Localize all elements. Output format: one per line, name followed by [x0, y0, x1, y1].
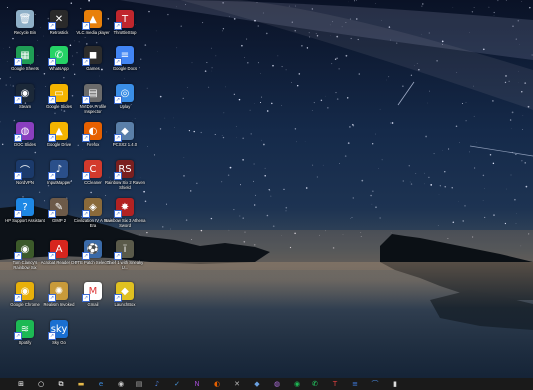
shortcut-arrow-icon: ↗	[48, 294, 56, 302]
desktop-icon-launchbox[interactable]: ◆ ↗ LaunchBox	[108, 282, 142, 322]
desktop-icon-label: ThrottleStop	[113, 30, 137, 35]
firefox-taskbar-icon[interactable]: ◐	[212, 379, 222, 389]
desktop-icon-inputmapper[interactable]: ♪ ↗ InputMapper	[42, 160, 76, 200]
desktop-icon-label: Rainbow Six 2 Raven Shield	[104, 180, 146, 190]
desktop-icon-label: Sky Go	[52, 340, 66, 345]
shortcut-arrow-icon: ↗	[82, 172, 90, 180]
shortcut-arrow-icon: ↗	[48, 210, 56, 218]
shortcut-arrow-icon: ↗	[14, 134, 22, 142]
shortcut-arrow-icon: ↗	[114, 96, 122, 104]
shortcut-arrow-icon: ↗	[82, 134, 90, 142]
desktop-icon-hp-support-assistant[interactable]: ? ↗ HP Support Assistant	[5, 198, 45, 238]
shortcut-arrow-icon: ↗	[114, 210, 122, 218]
shortcut-arrow-icon: ↗	[82, 252, 90, 260]
shortcut-arrow-icon: ↗	[14, 252, 22, 260]
doc-slides-taskbar-icon[interactable]: ◍	[272, 379, 282, 389]
file-explorer-icon[interactable]: ▬	[76, 379, 86, 389]
shortcut-arrow-icon: ↗	[48, 172, 56, 180]
desktop-icon-raven-shield[interactable]: RS ↗ Rainbow Six 2 Raven Shield	[105, 160, 145, 200]
desktop-icon-label: Thief 1 with Sneaky U...	[106, 260, 144, 270]
desktop-icon-whatsapp[interactable]: ✆ ↗ WhatsApp	[42, 46, 76, 86]
shortcut-arrow-icon: ↗	[114, 58, 122, 66]
desktop-icon-thief[interactable]: ї ↗ Thief 1 with Sneaky U...	[107, 240, 143, 280]
desktop-icon-athena-sword[interactable]: ✸ ↗ Rainbow Six 3 Athena Sword	[105, 198, 145, 238]
shortcut-arrow-icon: ↗	[114, 22, 122, 30]
notepad-taskbar-icon[interactable]: ▮	[390, 379, 400, 389]
onenote-icon[interactable]: N	[192, 379, 202, 389]
taskbar: ⊞ ○ ⧉ ▬ e ◉ ▤ ♪ ✓ N ◐ ✕ ◆ ◍ ◉ ✆ T ≡ ⌒ ▮	[0, 378, 533, 390]
pcsx2-taskbar-icon[interactable]: ◆	[252, 379, 262, 389]
nvidia-taskbar-icon[interactable]: ▤	[134, 379, 144, 389]
desktop-icon-sky-go[interactable]: sky ↗ Sky Go	[42, 320, 76, 360]
shortcut-arrow-icon: ↗	[14, 58, 22, 66]
desktop-icon-steam[interactable]: ◉ ↗ Steam	[8, 84, 42, 124]
shortcut-arrow-icon: ↗	[48, 96, 56, 104]
recycle-bin-icon: 🗑	[16, 10, 34, 28]
desktop-icon-google-slides[interactable]: ▭ ↗ Google Slides	[42, 84, 76, 124]
retrostick-taskbar-icon[interactable]: ✕	[232, 379, 242, 389]
shortcut-arrow-icon: ↗	[14, 172, 22, 180]
desktop-icon-acrobat-reader[interactable]: A ↗ Acrobat Reader DC	[41, 240, 77, 280]
desktop-icon-rainbow-six[interactable]: ◉ ↗ Tom Clancy's Rainbow Six	[8, 240, 42, 280]
desktop-icon-gimp[interactable]: ✎ ↗ GIMP 2	[42, 198, 76, 238]
steam-taskbar-icon[interactable]: ◉	[116, 379, 126, 389]
desktop-icon-google-drive[interactable]: ▲ ↗ Google Drive	[42, 122, 76, 162]
shortcut-arrow-icon: ↗	[82, 22, 90, 30]
desktop-icon-nordvpn[interactable]: ⌒ ↗ NordVPN	[8, 160, 42, 200]
desktop-icon-google-sheets[interactable]: ▦ ↗ Google Sheets	[8, 46, 42, 86]
spotify-taskbar-icon[interactable]: ◉	[292, 379, 302, 389]
shortcut-arrow-icon: ↗	[48, 22, 56, 30]
shortcut-arrow-icon: ↗	[14, 332, 22, 340]
desktop-icon-google-docs[interactable]: ≡ ↗ Google Docs	[108, 46, 142, 86]
shortcut-arrow-icon: ↗	[82, 96, 90, 104]
desktop-icon-label: LaunchBox	[114, 302, 136, 307]
shortcut-arrow-icon: ↗	[114, 134, 122, 142]
shortcut-arrow-icon: ↗	[48, 252, 56, 260]
desktop-icon-label: PCSX2 1.4.0	[112, 142, 138, 147]
throttlestop-taskbar-icon[interactable]: T	[330, 379, 340, 389]
task-view-icon[interactable]: ⧉	[56, 379, 66, 389]
desktop-icon-label: Uplay	[119, 104, 131, 109]
desktop-icon-retrostick[interactable]: ✕ ↗ Retrostick	[42, 10, 76, 50]
edge-icon[interactable]: e	[96, 379, 106, 389]
desktop-icon-spotify[interactable]: ≋ ↗ Spotify	[8, 320, 42, 360]
start-button-windows-icon[interactable]: ⊞	[16, 379, 26, 389]
search-icon[interactable]: ○	[36, 379, 46, 389]
inputmapper-taskbar-icon[interactable]: ♪	[152, 379, 162, 389]
shortcut-arrow-icon: ↗	[82, 294, 90, 302]
shortcut-arrow-icon: ↗	[14, 210, 22, 218]
desktop-icon-uplay[interactable]: ◎ ↗ Uplay	[108, 84, 142, 124]
desktop-icon-google-chrome[interactable]: ◉ ↗ Google Chrome	[8, 282, 42, 322]
desktop-icon-throttlestop[interactable]: T ↗ ThrottleStop	[108, 10, 142, 50]
shortcut-arrow-icon: ↗	[48, 332, 56, 340]
nordvpn-taskbar-icon[interactable]: ⌒	[370, 379, 380, 389]
docs-taskbar-icon[interactable]: ≡	[350, 379, 360, 389]
desktop-icons-grid: 🗑 Recycle Bin ✕ ↗ Retrostick ▲ ↗ VLC media play…	[0, 0, 150, 378]
shortcut-arrow-icon: ↗	[48, 134, 56, 142]
shortcut-arrow-icon: ↗	[82, 210, 90, 218]
checkmark-app-icon[interactable]: ✓	[172, 379, 182, 389]
shortcut-arrow-icon: ↗	[114, 294, 122, 302]
shortcut-arrow-icon: ↗	[82, 58, 90, 66]
desktop-icon-doc-slides[interactable]: ◍ ↗ DOC Slides	[8, 122, 42, 162]
shortcut-arrow-icon: ↗	[48, 58, 56, 66]
shortcut-arrow-icon: ↗	[114, 252, 122, 260]
shortcut-arrow-icon: ↗	[14, 96, 22, 104]
desktop-icon-realism-invoked[interactable]: ✺ ↗ Realism Invoked	[42, 282, 76, 322]
shortcut-arrow-icon: ↗	[14, 294, 22, 302]
whatsapp-taskbar-icon[interactable]: ✆	[310, 379, 320, 389]
desktop-icon-label: Google Docs	[112, 66, 138, 71]
desktop-icon-recycle-bin[interactable]: 🗑 Recycle Bin	[8, 10, 42, 50]
shortcut-arrow-icon: ↗	[114, 172, 122, 180]
desktop-icon-label: Rainbow Six 3 Athena Sword	[104, 218, 146, 228]
desktop-icon-pcsx2[interactable]: ◆ ↗ PCSX2 1.4.0	[108, 122, 142, 162]
